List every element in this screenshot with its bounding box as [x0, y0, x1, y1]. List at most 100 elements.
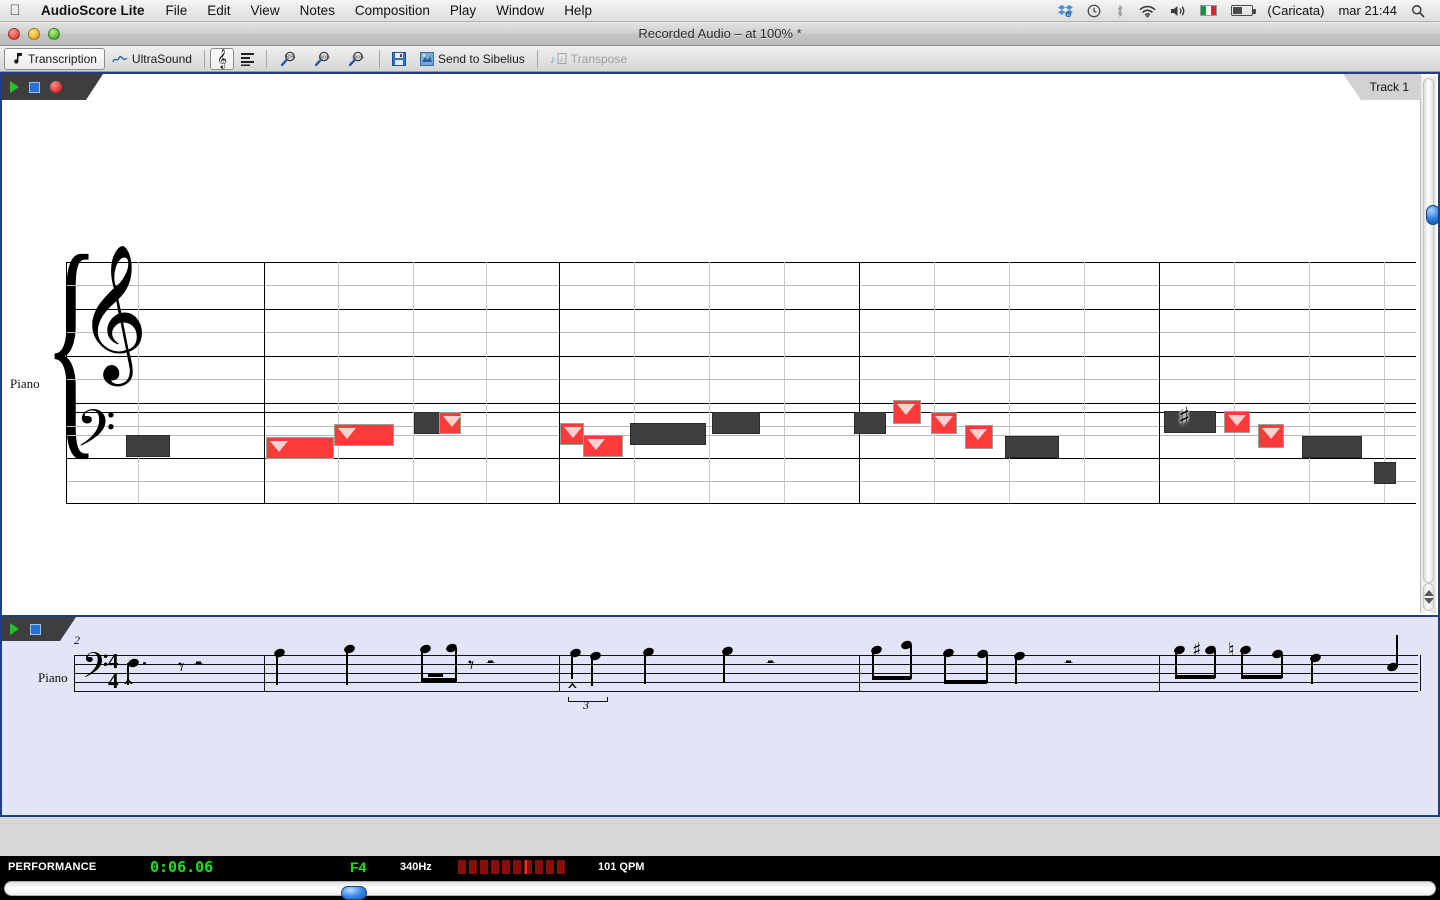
note-block[interactable]: [854, 412, 886, 434]
save-button[interactable]: [385, 48, 413, 70]
italian-flag-icon[interactable]: [1193, 0, 1224, 22]
wifi-icon[interactable]: [1132, 0, 1163, 22]
main-toolbar: Transcription UltraSound 𝄞 50% 100% 200%…: [0, 46, 1440, 72]
svg-text:200%: 200%: [352, 54, 364, 59]
view-mode-staff-button[interactable]: [234, 48, 261, 70]
note-block[interactable]: [1005, 436, 1059, 458]
timemachine-icon[interactable]: [1080, 0, 1108, 22]
note-block[interactable]: [630, 423, 706, 445]
volume-icon[interactable]: [1163, 0, 1193, 22]
horizontal-scrollbar-thumb[interactable]: [341, 886, 367, 900]
stop-icon[interactable]: [30, 623, 41, 635]
menu-item-composition[interactable]: Composition: [345, 0, 440, 22]
note-block[interactable]: [583, 435, 623, 457]
search-icon[interactable]: [1404, 0, 1432, 22]
notestem: [421, 649, 423, 681]
beam: [872, 676, 911, 680]
minimize-button[interactable]: [28, 27, 40, 40]
scroll-up-icon[interactable]: [1423, 590, 1434, 596]
horizontal-scrollbar-track[interactable]: [4, 881, 1436, 900]
send-to-sibelius-label: Send to Sibelius: [438, 51, 525, 66]
level-meter-segment: [546, 860, 554, 874]
menubar-status-area: o (Caricata) mar 21:44: [1051, 0, 1440, 22]
note-block[interactable]: [439, 412, 461, 434]
menu-app-name[interactable]: AudioScore Lite: [30, 0, 156, 22]
close-button[interactable]: [8, 27, 20, 40]
note-block[interactable]: [712, 412, 760, 434]
magnifier-100-icon: 100%: [313, 51, 333, 67]
tab-transcription[interactable]: Transcription: [4, 47, 105, 70]
notehead[interactable]: [342, 643, 357, 655]
menubar-clock[interactable]: mar 21:44: [1331, 0, 1404, 22]
notestem: [276, 653, 278, 685]
dropbox-icon[interactable]: o: [1051, 0, 1080, 22]
bluetooth-icon[interactable]: [1108, 0, 1132, 22]
vertical-scroll-buttons[interactable]: [1423, 583, 1434, 611]
beat-gridline: [1309, 262, 1310, 503]
track-tab[interactable]: Track 1: [1343, 74, 1421, 100]
zoom-100-button[interactable]: 100%: [306, 48, 340, 70]
note-block[interactable]: [126, 435, 170, 457]
menu-item-edit[interactable]: Edit: [197, 0, 240, 22]
vertical-scrollbar-thumb[interactable]: [1426, 205, 1438, 225]
note-block[interactable]: [893, 400, 921, 424]
stop-icon[interactable]: [29, 81, 40, 93]
play-icon[interactable]: [10, 81, 19, 93]
apple-logo-icon[interactable]: : [0, 3, 30, 18]
note-block[interactable]: [560, 423, 584, 445]
notation-barline: [74, 655, 75, 691]
instrument-label-notation: Piano: [38, 670, 68, 685]
notestem: [910, 645, 912, 679]
note-block[interactable]: [1224, 411, 1250, 433]
note-block[interactable]: [266, 437, 334, 459]
note-block[interactable]: [1374, 462, 1396, 484]
beat-gridline: [338, 262, 339, 503]
staff-grid[interactable]: { Piano 𝄞 𝄢 ♯: [2, 74, 1438, 615]
bass-clef-icon-notation: 𝄢: [82, 645, 110, 694]
transpose-button[interactable]: ♪ ♪ Transpose: [543, 48, 634, 70]
notestem: [723, 651, 725, 683]
menu-item-view[interactable]: View: [241, 0, 290, 22]
vertical-scrollbar[interactable]: [1420, 76, 1438, 613]
note-direction-triangle-icon: [969, 429, 987, 440]
note-block[interactable]: [931, 412, 957, 434]
menu-item-play[interactable]: Play: [440, 0, 486, 22]
horizontal-scrollbar[interactable]: [0, 878, 1440, 900]
note-direction-triangle-icon: [1262, 428, 1280, 439]
note-block[interactable]: [965, 425, 993, 449]
play-icon[interactable]: [10, 623, 19, 635]
menu-item-window[interactable]: Window: [486, 0, 554, 22]
tab-ultrasound[interactable]: UltraSound: [105, 48, 199, 70]
notestem: [644, 652, 646, 684]
level-meter-segment: [480, 860, 488, 874]
send-to-sibelius-button[interactable]: Send to Sibelius: [413, 48, 532, 70]
menu-item-help[interactable]: Help: [554, 0, 602, 22]
notestem: [1015, 656, 1017, 684]
vertical-scrollbar-track[interactable]: [1423, 78, 1438, 583]
battery-icon[interactable]: [1224, 0, 1260, 22]
note-block[interactable]: [334, 424, 394, 446]
zoom-50-button[interactable]: 50%: [272, 48, 306, 70]
scroll-down-icon[interactable]: [1423, 598, 1434, 604]
notehead[interactable]: [272, 647, 287, 659]
menu-item-notes[interactable]: Notes: [290, 0, 345, 22]
zoom-button[interactable]: [48, 27, 60, 40]
window-titlebar[interactable]: Recorded Audio – at 100% *: [0, 22, 1440, 46]
zoom-200-button[interactable]: 200%: [340, 48, 374, 70]
notestem: [1214, 650, 1216, 678]
barline: [264, 262, 265, 503]
notestem: [591, 656, 593, 686]
track-tab-label: Track 1: [1369, 80, 1409, 94]
beat-gridline: [1234, 262, 1235, 503]
note-block[interactable]: [1302, 436, 1362, 458]
menu-item-file[interactable]: File: [156, 0, 198, 22]
tab-ultrasound-label: UltraSound: [131, 51, 192, 66]
sixteenth-rest: 𝄾: [468, 651, 475, 679]
toolbar-divider-2: [266, 49, 268, 68]
note-block[interactable]: [1258, 424, 1284, 448]
time-signature-bottom: 4: [108, 668, 119, 693]
view-mode-clef-button[interactable]: 𝄞: [209, 47, 235, 70]
beat-gridline: [1009, 262, 1010, 503]
toolbar-divider-3: [379, 49, 381, 68]
record-icon[interactable]: [50, 81, 62, 93]
